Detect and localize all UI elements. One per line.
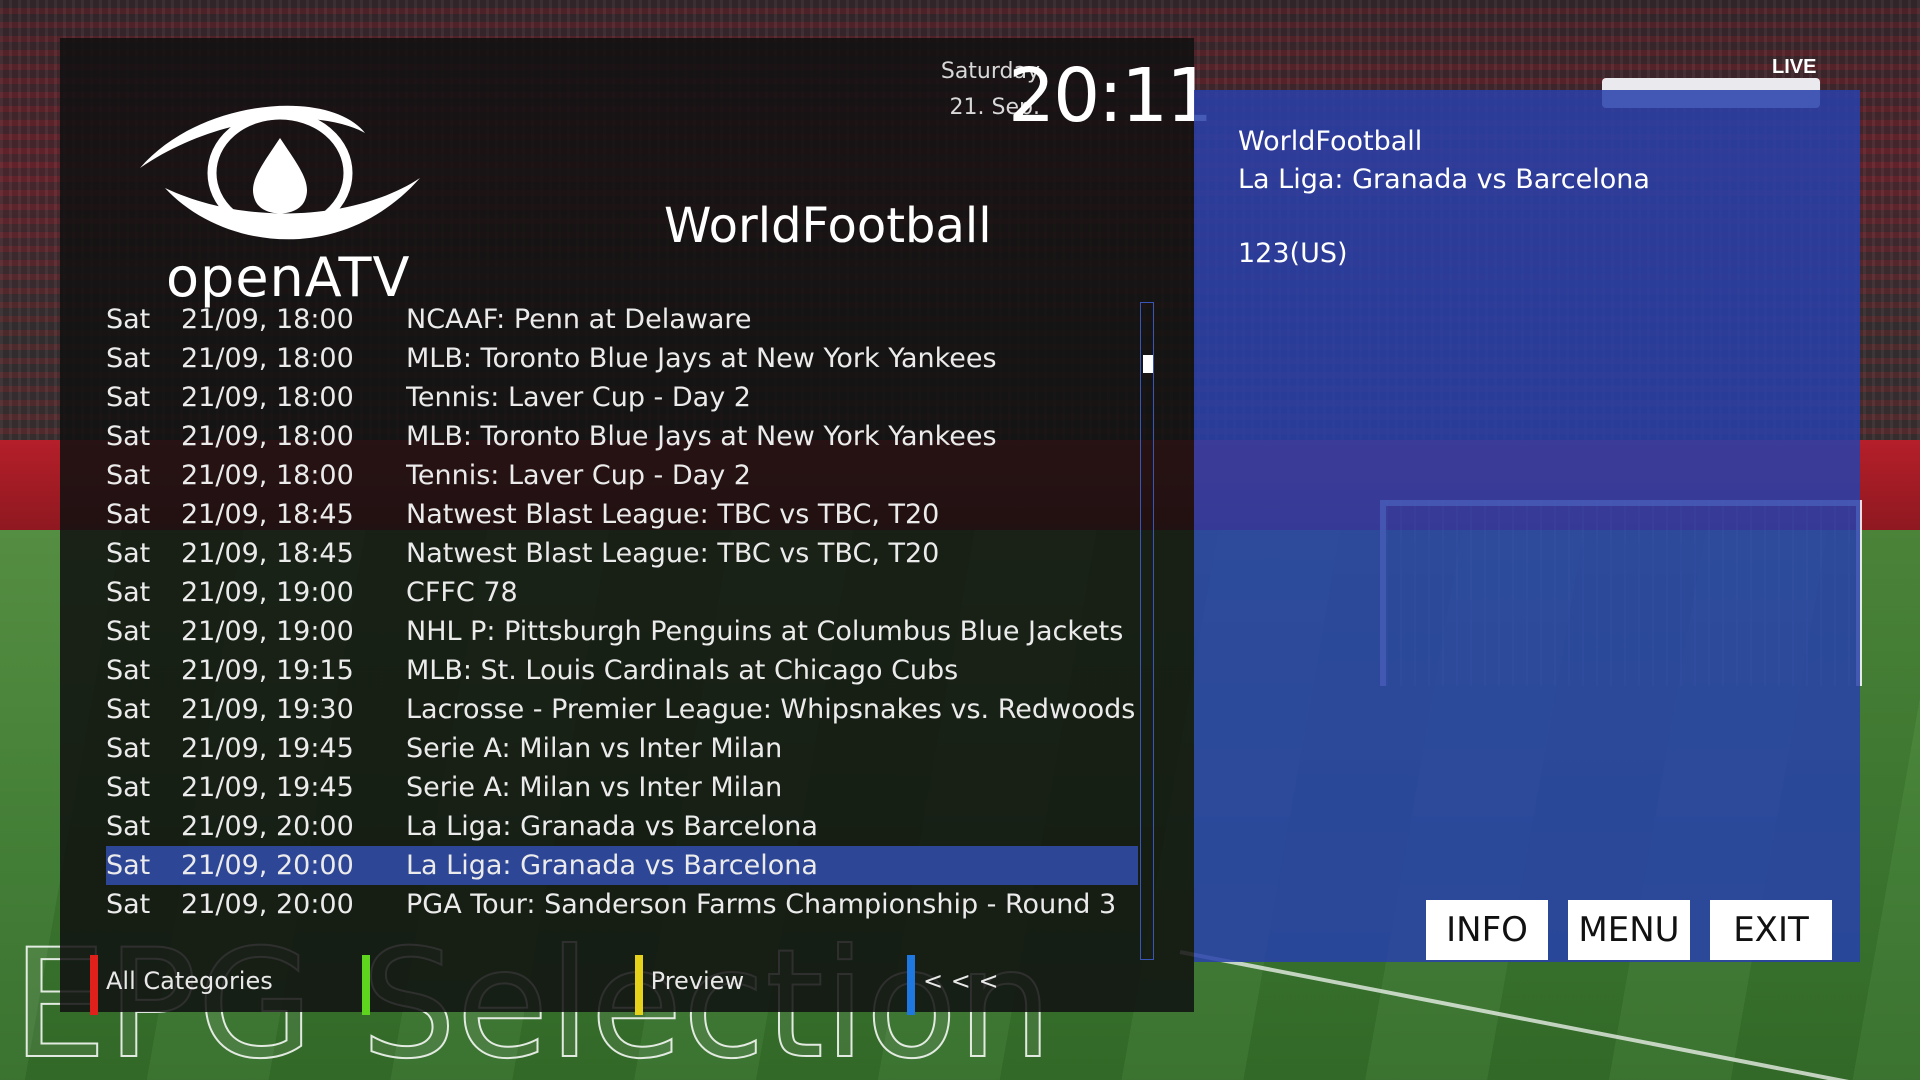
epg-row[interactable]: Sat 21/09, 19:15 MLB: St. Louis Cardinals …: [106, 651, 1196, 690]
info-button[interactable]: INFO: [1426, 900, 1548, 960]
epg-title: Serie A: Milan vs Inter Milan: [406, 772, 783, 803]
epg-row[interactable]: Sat 21/09, 19:00 CFFC 78: [106, 573, 1196, 612]
epg-row[interactable]: Sat 21/09, 18:45 Natwest Blast League: TBC…: [106, 534, 1196, 573]
epg-day: Sat: [106, 811, 151, 842]
red-key-stripe: [90, 955, 98, 1015]
epg-time: 21/09, 20:00: [181, 811, 354, 842]
epg-row[interactable]: Sat 21/09, 18:00 MLB: Toronto Blue Jays at…: [106, 339, 1196, 378]
epg-time: 21/09, 19:00: [181, 616, 354, 647]
epg-title: Natwest Blast League: TBC vs TBC, T20: [406, 499, 940, 530]
epg-time: 21/09, 19:45: [181, 772, 354, 803]
live-badge: LIVE: [1772, 56, 1817, 78]
epg-time: 21/09, 18:45: [181, 538, 354, 569]
epg-title: MLB: Toronto Blue Jays at New York Yanke…: [406, 421, 997, 452]
epg-time: 21/09, 20:00: [181, 850, 354, 881]
green-key-stripe: [362, 955, 371, 1015]
epg-time: 21/09, 18:45: [181, 499, 354, 530]
epg-time: 21/09, 19:15: [181, 655, 354, 686]
epg-row[interactable]: Sat 21/09, 18:00 Tennis: Laver Cup - Day 2: [106, 378, 1196, 417]
epg-time: 21/09, 18:00: [181, 382, 354, 413]
epg-time: 21/09, 19:30: [181, 694, 354, 725]
blue-key-label: < < <: [922, 967, 999, 995]
epg-day: Sat: [106, 577, 151, 608]
epg-row[interactable]: Sat 21/09, 19:00 NHL P: Pittsburgh Penguin…: [106, 612, 1196, 651]
epg-title: CFFC 78: [406, 577, 518, 608]
epg-row[interactable]: Sat 21/09, 18:00 NCAAF: Penn at Delaware: [106, 300, 1196, 339]
info-channel-name: WorldFootball: [1238, 126, 1423, 157]
epg-row-selected[interactable]: Sat 21/09, 20:00 La Liga: Granada vs Barce…: [106, 846, 1138, 885]
epg-day: Sat: [106, 733, 151, 764]
epg-time: 21/09, 20:00: [181, 889, 354, 920]
epg-time: 21/09, 19:00: [181, 577, 354, 608]
epg-time: 21/09, 19:45: [181, 733, 354, 764]
epg-row[interactable]: Sat 21/09, 18:45 Natwest Blast League: TBC…: [106, 495, 1196, 534]
epg-day: Sat: [106, 694, 151, 725]
epg-day: Sat: [106, 538, 151, 569]
epg-day: Sat: [106, 382, 151, 413]
red-key-label: All Categories: [106, 967, 273, 995]
color-key-bar: All Categories Preview < < <: [90, 955, 1170, 1015]
epg-time: 21/09, 18:00: [181, 304, 354, 335]
epg-time: 21/09, 18:00: [181, 343, 354, 374]
epg-row[interactable]: Sat 21/09, 18:00 Tennis: Laver Cup - Day 2: [106, 456, 1196, 495]
epg-row[interactable]: Sat 21/09, 20:00 PGA Tour: Sanderson Farms…: [106, 885, 1196, 924]
epg-title: Tennis: Laver Cup - Day 2: [406, 382, 751, 413]
epg-time: 21/09, 18:00: [181, 460, 354, 491]
epg-title: NHL P: Pittsburgh Penguins at Columbus B…: [406, 616, 1124, 647]
epg-day: Sat: [106, 421, 151, 452]
yellow-key-label: Preview: [650, 967, 745, 995]
epg-title: MLB: Toronto Blue Jays at New York Yanke…: [406, 343, 997, 374]
epg-day: Sat: [106, 460, 151, 491]
epg-title: Serie A: Milan vs Inter Milan: [406, 733, 783, 764]
epg-day: Sat: [106, 772, 151, 803]
epg-title: NCAAF: Penn at Delaware: [406, 304, 752, 335]
yellow-key-stripe: [634, 955, 643, 1015]
epg-day: Sat: [106, 304, 151, 335]
exit-button[interactable]: EXIT: [1710, 900, 1832, 960]
info-extra-text: 123(US): [1238, 238, 1348, 269]
menu-button[interactable]: MENU: [1568, 900, 1690, 960]
blue-key-stripe: [906, 955, 915, 1015]
epg-time: 21/09, 18:00: [181, 421, 354, 452]
epg-row[interactable]: Sat 21/09, 20:00 La Liga: Granada vs Barce…: [106, 807, 1196, 846]
scrollbar[interactable]: [1140, 302, 1154, 960]
epg-title: Tennis: Laver Cup - Day 2: [406, 460, 751, 491]
epg-day: Sat: [106, 889, 151, 920]
eye-logo-icon: [140, 105, 420, 240]
epg-day: Sat: [106, 655, 151, 686]
epg-title: Lacrosse - Premier League: Whipsnakes vs…: [406, 694, 1136, 725]
epg-row[interactable]: Sat 21/09, 19:30 Lacrosse - Premier League…: [106, 690, 1196, 729]
epg-panel: openATV Saturday 21. Sep. 20:11 WorldFoo…: [60, 38, 1213, 1015]
openatv-logo: openATV: [130, 78, 460, 309]
epg-title: PGA Tour: Sanderson Farms Championship -…: [406, 889, 1117, 920]
epg-title: La Liga: Granada vs Barcelona: [406, 811, 818, 842]
channel-title: WorldFootball: [664, 198, 992, 254]
epg-day: Sat: [106, 499, 151, 530]
event-info-panel: WorldFootball La Liga: Granada vs Barcel…: [1194, 90, 1860, 962]
epg-row[interactable]: Sat 21/09, 19:45 Serie A: Milan vs Inter M…: [106, 729, 1196, 768]
epg-title: La Liga: Granada vs Barcelona: [406, 850, 818, 881]
epg-row[interactable]: Sat 21/09, 18:00 MLB: Toronto Blue Jays at…: [106, 417, 1196, 456]
epg-title: MLB: St. Louis Cardinals at Chicago Cubs: [406, 655, 959, 686]
epg-day: Sat: [106, 343, 151, 374]
epg-day: Sat: [106, 850, 151, 881]
scrollbar-thumb[interactable]: [1143, 355, 1153, 373]
epg-title: Natwest Blast League: TBC vs TBC, T20: [406, 538, 940, 569]
epg-day: Sat: [106, 616, 151, 647]
info-event-title: La Liga: Granada vs Barcelona: [1238, 164, 1650, 195]
epg-event-list[interactable]: Sat 21/09, 18:00 NCAAF: Penn at Delaware Sa…: [106, 300, 1196, 924]
clock: 20:11: [1008, 53, 1213, 139]
epg-row[interactable]: Sat 21/09, 19:45 Serie A: Milan vs Inter M…: [106, 768, 1196, 807]
